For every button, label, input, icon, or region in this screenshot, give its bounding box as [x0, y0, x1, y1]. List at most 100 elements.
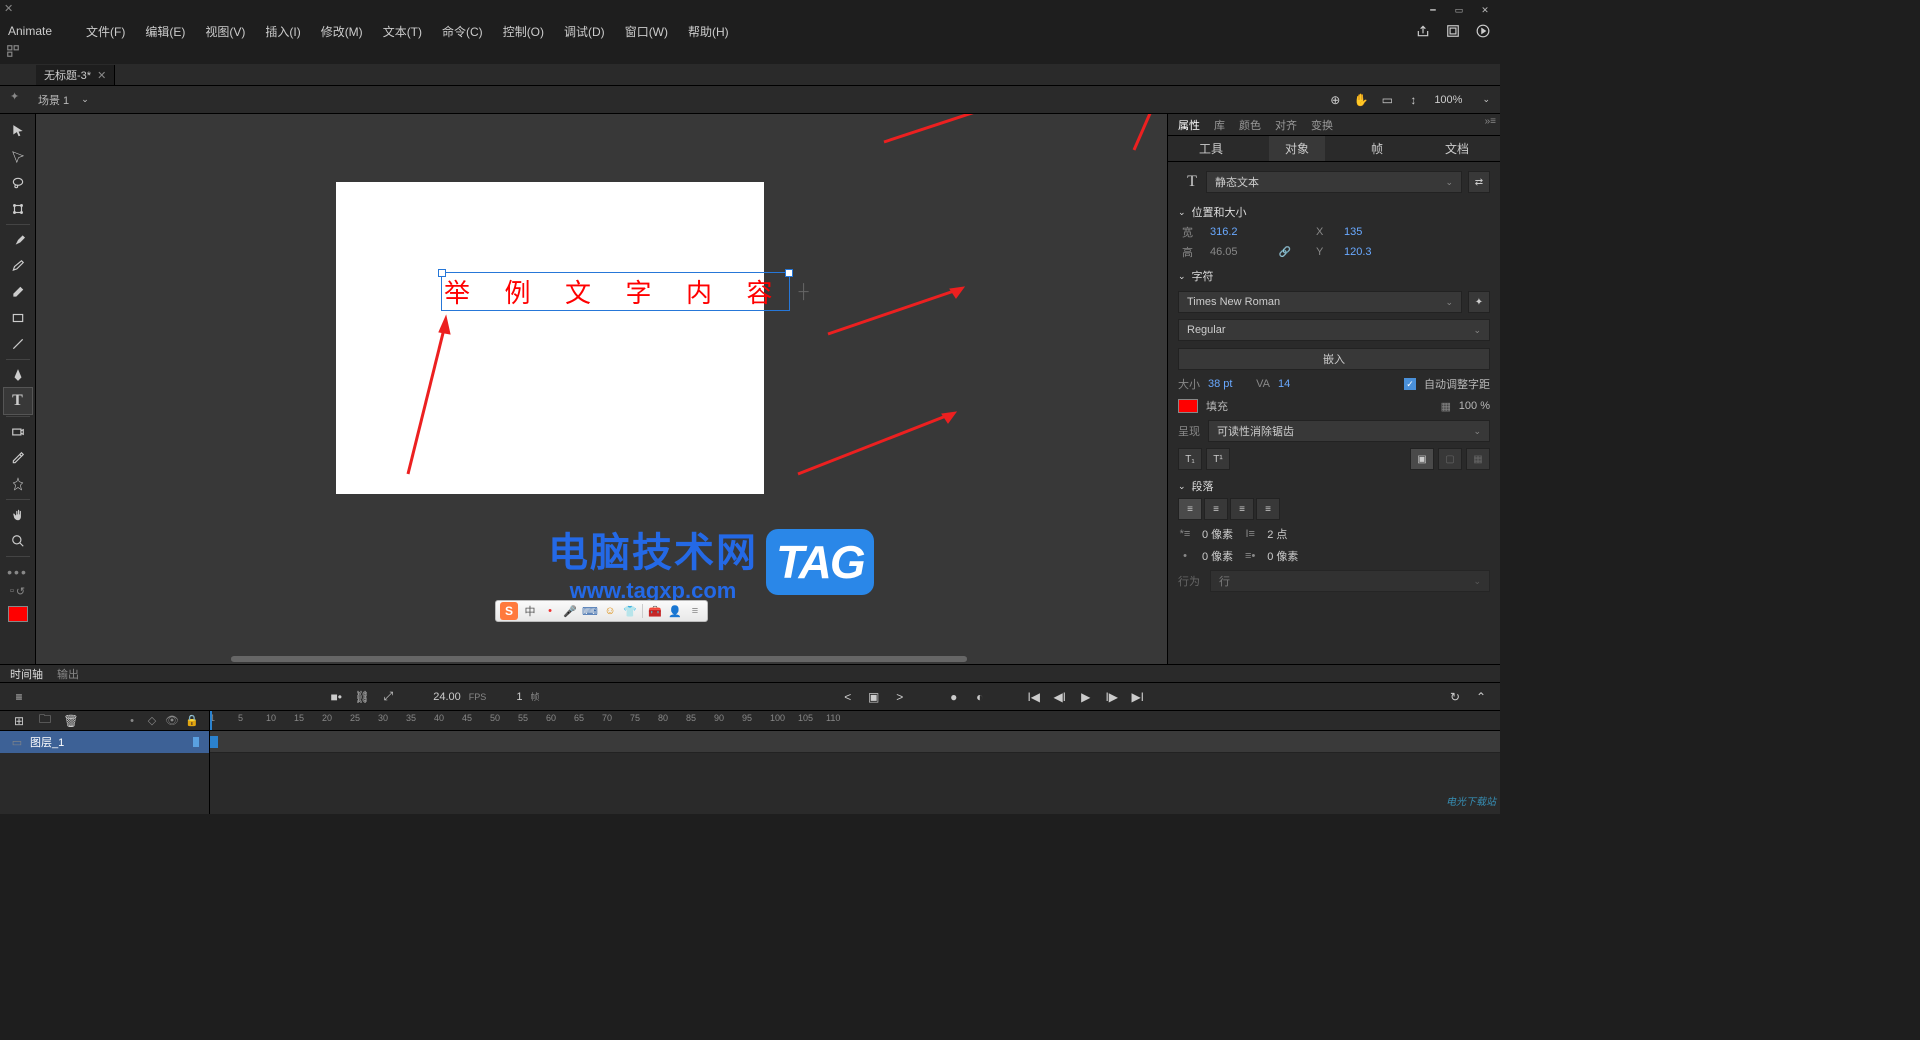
menu-edit[interactable]: 编辑(E)	[135, 21, 195, 42]
output-tab[interactable]: 输出	[57, 666, 79, 682]
pen-tool[interactable]	[4, 362, 32, 388]
line-tool[interactable]	[4, 331, 32, 357]
ime-punct-icon[interactable]: •	[542, 605, 558, 617]
autokern-checkbox[interactable]: ✓	[1404, 378, 1416, 390]
border-button[interactable]: ▢	[1438, 448, 1462, 470]
playhead[interactable]	[210, 711, 212, 730]
rectangle-tool[interactable]	[4, 305, 32, 331]
timeline-ruler[interactable]: 1510152025303540455055606570758085909510…	[210, 713, 1500, 729]
subtab-document[interactable]: 文档	[1429, 136, 1485, 161]
goto-first-icon[interactable]: I◀	[1025, 688, 1043, 706]
menu-modify[interactable]: 修改(M)	[311, 21, 373, 42]
frame-value[interactable]: 1	[516, 691, 522, 703]
step-forward-icon[interactable]: I▶	[1103, 688, 1121, 706]
subselection-tool[interactable]	[4, 144, 32, 170]
fit-stage-icon[interactable]: ↕	[1404, 91, 1422, 109]
selection-tool[interactable]	[4, 118, 32, 144]
margin-left-value[interactable]: 0 像素	[1202, 548, 1233, 564]
subscript-button[interactable]: T₁	[1178, 448, 1202, 470]
workspace-icon[interactable]	[1444, 22, 1462, 40]
camera-icon[interactable]: ■•	[327, 688, 345, 706]
section-character[interactable]: ⌄ 字符	[1178, 268, 1490, 284]
fill-color-swatch[interactable]	[1178, 399, 1198, 413]
font-more-button[interactable]: ✦	[1468, 291, 1490, 313]
size-value[interactable]: 38 pt	[1208, 378, 1248, 390]
fill-color-swatch[interactable]	[8, 606, 28, 622]
ime-user-icon[interactable]: 👤	[667, 605, 683, 618]
ime-logo-icon[interactable]: S	[500, 602, 518, 620]
font-style-select[interactable]: Regular ⌄	[1178, 319, 1490, 341]
timeline-tab[interactable]: 时间轴	[10, 666, 43, 682]
menu-command[interactable]: 命令(C)	[432, 21, 493, 42]
graph-icon[interactable]: ⤢	[379, 688, 397, 706]
selectable-button[interactable]: ▣	[1410, 448, 1434, 470]
y-value[interactable]: 120.3	[1344, 246, 1404, 258]
last-frame-icon[interactable]: >	[891, 688, 909, 706]
camera-tool[interactable]	[4, 419, 32, 445]
text-object[interactable]: 举 例 文 字 内 容 ┼	[441, 272, 790, 311]
zoom-dropdown-icon[interactable]: ⌄	[1482, 94, 1490, 105]
section-paragraph[interactable]: ⌄ 段落	[1178, 478, 1490, 494]
align-left-button[interactable]: ≡	[1178, 498, 1202, 520]
minimize-button[interactable]: ━	[1422, 3, 1444, 17]
width-value[interactable]: 316.2	[1210, 226, 1270, 238]
layer-row[interactable]: ▭ 图层_1	[0, 731, 209, 753]
onion-outline-icon[interactable]: ◐	[971, 688, 989, 706]
loop-icon[interactable]: ↻	[1446, 688, 1464, 706]
menu-text[interactable]: 文本(T)	[373, 21, 432, 42]
align-right-button[interactable]: ≡	[1230, 498, 1254, 520]
indent-value[interactable]: 0 像素	[1202, 526, 1233, 542]
zoom-tool[interactable]	[4, 528, 32, 554]
render-select[interactable]: 可读性消除锯齿 ⌄	[1208, 420, 1490, 442]
step-back-icon[interactable]: ◀I	[1051, 688, 1069, 706]
play-icon[interactable]	[1474, 22, 1492, 40]
opacity-value[interactable]: 100 %	[1459, 400, 1490, 412]
add-layer-icon[interactable]: ⊞	[10, 712, 28, 730]
visible-icon[interactable]: 👁	[165, 714, 179, 728]
panel-tab-align[interactable]: 对齐	[1275, 117, 1297, 133]
align-justify-button[interactable]: ≡	[1256, 498, 1280, 520]
ime-skin-icon[interactable]: 👕	[622, 605, 638, 618]
text-tool[interactable]: T	[4, 388, 32, 414]
hand-tool[interactable]	[4, 502, 32, 528]
link-lock-icon[interactable]: 🔗	[1278, 245, 1292, 259]
subtab-frame[interactable]: 帧	[1355, 136, 1399, 161]
canvas[interactable]: 举 例 文 字 内 容 ┼	[336, 182, 764, 494]
superscript-button[interactable]: T¹	[1206, 448, 1230, 470]
subtab-tool[interactable]: 工具	[1183, 136, 1239, 161]
connect-icon[interactable]: ◇	[145, 714, 159, 728]
spacing-value[interactable]: 14	[1278, 378, 1318, 390]
bone-icon[interactable]: ⛓	[353, 688, 371, 706]
paintbrush-tool[interactable]	[4, 253, 32, 279]
menu-view[interactable]: 视图(V)	[195, 21, 255, 42]
zoom-value[interactable]: 100%	[1434, 94, 1462, 106]
doc-tab-close-icon[interactable]: ✕	[97, 69, 106, 82]
panel-tab-other[interactable]: 变换	[1311, 117, 1333, 133]
free-transform-tool[interactable]	[4, 196, 32, 222]
lasso-tool[interactable]	[4, 170, 32, 196]
eyedropper-tool[interactable]	[4, 445, 32, 471]
doc-tab[interactable]: 无标题-3* ✕	[36, 65, 115, 85]
bg-button[interactable]: ▦	[1466, 448, 1490, 470]
insert-keyframe-icon[interactable]: ▣	[865, 688, 883, 706]
menu-file[interactable]: 文件(F)	[76, 21, 135, 42]
timeline-zoom-icon[interactable]: ⌃	[1472, 688, 1490, 706]
ime-emoji-icon[interactable]: ☺	[602, 605, 618, 617]
subtab-object[interactable]: 对象	[1269, 136, 1325, 161]
scene-name[interactable]: 场景 1	[38, 92, 69, 108]
corner-icon[interactable]	[6, 44, 24, 62]
layer-name[interactable]: 图层_1	[30, 734, 64, 750]
ime-mic-icon[interactable]: 🎤	[562, 605, 578, 618]
panel-more-icon[interactable]: »≡	[1485, 116, 1496, 127]
text-direction-button[interactable]: ⇄	[1468, 171, 1490, 193]
menu-window[interactable]: 窗口(W)	[615, 21, 678, 42]
stack-icon[interactable]: ≡	[10, 688, 28, 706]
panel-tab-library[interactable]: 库	[1214, 117, 1225, 133]
panel-tab-color[interactable]: 颜色	[1239, 117, 1261, 133]
maximize-button[interactable]: ▭	[1448, 3, 1470, 17]
timeline-tracks[interactable]: 1510152025303540455055606570758085909510…	[210, 711, 1500, 814]
delete-layer-icon[interactable]: 🗑	[62, 712, 80, 730]
close-button[interactable]: ✕	[1474, 3, 1496, 17]
scene-dropdown-icon[interactable]: ⌄	[81, 94, 89, 105]
font-family-select[interactable]: Times New Roman ⌄	[1178, 291, 1462, 313]
